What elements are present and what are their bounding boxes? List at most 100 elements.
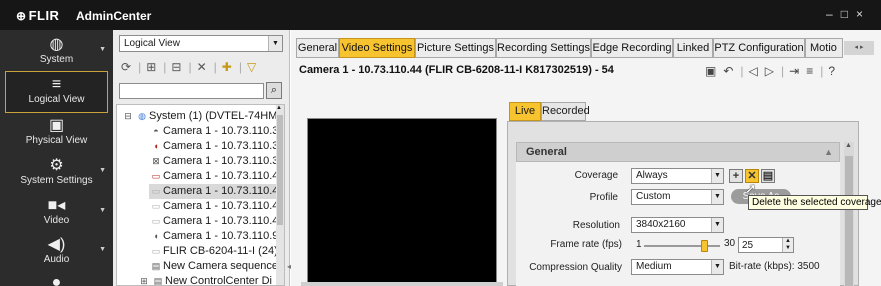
settings-scrollbar[interactable]: ▲ [844, 142, 854, 286]
tree-node-camera[interactable]: ◓ Camera 1 - 10.73.110.3 [149, 124, 278, 139]
window-controls: –□× [826, 7, 871, 21]
tree-search-input[interactable] [119, 83, 264, 99]
nav-system-settings[interactable]: ⚙ System Settings ▼ [5, 153, 108, 195]
compression-label: Compression Quality [529, 262, 622, 273]
slider-thumb[interactable] [701, 240, 708, 252]
coverage-select[interactable]: Always ▼ [631, 168, 724, 184]
tab-live[interactable]: Live [509, 102, 541, 121]
tree-node-camera[interactable]: ▭ Camera 1 - 10.73.110.4 [149, 214, 279, 229]
refresh-icon[interactable]: ⟳ [121, 60, 131, 74]
frame-rate-label: Frame rate (fps) [550, 239, 622, 250]
tree-expand-icon[interactable]: ⊞ [146, 60, 156, 74]
main-scroll-area [867, 74, 881, 286]
expand-icon[interactable]: ⊞ [137, 274, 151, 285]
tree-node-label: New Camera sequence [163, 260, 278, 272]
copy-to-icon[interactable]: ≡ [806, 64, 813, 78]
search-button[interactable]: ⌕ [266, 82, 282, 99]
section-header-general[interactable]: General ▲ [516, 142, 840, 162]
dropdown-arrow-icon[interactable]: ▼ [268, 36, 282, 51]
add-icon[interactable]: ✚ [222, 60, 232, 74]
view-select[interactable]: Logical View ▼ [119, 35, 283, 52]
tree-node-camera[interactable]: ▭ Camera 1 - 10.73.110.4 [149, 169, 279, 184]
resolution-label: Resolution [572, 220, 620, 231]
app-title: AdminCenter [76, 9, 152, 23]
tab-ptz-configuration[interactable]: PTZ Configuration [713, 38, 805, 58]
tree-scrollbar[interactable]: ▲ [276, 105, 284, 285]
tab-picture-settings[interactable]: Picture Settings [415, 38, 496, 58]
tree-node-camera[interactable]: ◖ Camera 1 - 10.73.110.9 [149, 229, 278, 244]
nav-logical-view[interactable]: ≡ Logical View [5, 71, 108, 113]
next-icon[interactable]: ▷ [765, 64, 774, 78]
resolution-select[interactable]: 3840x2160 ▼ [631, 217, 724, 233]
view-select-value: Logical View [124, 38, 180, 49]
tree-node-label: Camera 1 - 10.73.110.4 [163, 200, 279, 212]
tab-edge-recording[interactable]: Edge Recording [591, 38, 673, 58]
chevron-down-icon: ▼ [99, 167, 106, 174]
add-profile-icon: + [732, 170, 740, 182]
dropdown-arrow-icon[interactable]: ▼ [711, 190, 723, 204]
collapse-icon[interactable]: ⊟ [121, 109, 135, 124]
scroll-up-icon[interactable]: ▲ [845, 142, 852, 149]
tree-node-camera[interactable]: ▭ Camera 1 - 10.73.110.4 [149, 199, 279, 214]
previous-icon[interactable]: ◁ [749, 64, 758, 78]
profile-settings-button[interactable]: ▤ [761, 169, 775, 183]
bitrate-label: Bit-rate (kbps): [729, 261, 795, 272]
title-bar: ⊕ FLIR AdminCenter –□× [0, 0, 881, 30]
help-icon[interactable]: ? [828, 64, 835, 78]
scrollbar-thumb[interactable] [845, 156, 853, 286]
nav-video[interactable]: ■◂ Video ▼ [5, 193, 108, 235]
tree-node-sequence[interactable]: ▤ New Camera sequence [149, 259, 278, 274]
tree-node-controlcenter[interactable]: ⊞ ▤ New ControlCenter Di [137, 274, 272, 285]
tab-scroll-buttons[interactable]: ◂ ▸ [844, 41, 874, 55]
compression-select[interactable]: Medium ▼ [631, 259, 724, 275]
nav-audio[interactable]: ◀) Audio ▼ [5, 232, 108, 274]
logical-view-icon: ≡ [51, 76, 62, 93]
export-icon[interactable]: ⇥ [789, 64, 799, 78]
tab-motion[interactable]: Motio [805, 38, 843, 58]
bitrate-readout: Bit-rate (kbps): 3500 [729, 261, 820, 272]
tree-node-camera[interactable]: ⊠ Camera 1 - 10.73.110.3 [149, 154, 278, 169]
dropdown-arrow-icon[interactable]: ▼ [711, 169, 723, 183]
tree-node-label: FLIR CB-6204-11-I (24) [163, 245, 278, 257]
add-profile-button[interactable]: + [729, 169, 743, 183]
tree-node-camera[interactable]: ◖ Camera 1 - 10.73.110.3 [149, 139, 278, 154]
frame-rate-slider[interactable] [644, 240, 720, 252]
save-icon[interactable]: ▣ [705, 64, 716, 78]
tree-panel: Logical View ▼ ⟳ | ⊞ | ⊟ | ✕ | ✚ | ▽ ⌕ ⊟ ◍ System (1… [113, 30, 290, 286]
tab-recorded[interactable]: Recorded [541, 102, 590, 121]
frame-rate-spinbox[interactable]: 25 ▲ ▼ [738, 237, 794, 253]
scrollbar-thumb[interactable] [277, 115, 283, 225]
delete-icon[interactable]: ✕ [197, 60, 207, 74]
settings-tabs: General Video Settings Picture Settings … [296, 38, 876, 58]
tab-video-settings[interactable]: Video Settings [339, 38, 415, 58]
dropdown-arrow-icon[interactable]: ▼ [711, 218, 723, 232]
tree-collapse-icon[interactable]: ⊟ [171, 60, 181, 74]
tree-node-camera-selected[interactable]: ▭ Camera 1 - 10.73.110.4 [149, 184, 278, 199]
spin-arrows-icon[interactable]: ▲ ▼ [782, 238, 793, 252]
nav-users[interactable]: ● [5, 270, 108, 286]
scroll-up-icon[interactable]: ▲ [276, 105, 282, 111]
collapse-icon[interactable]: ▲ [824, 143, 833, 161]
minimize-button[interactable]: – [826, 7, 841, 21]
tree-node-camera[interactable]: ▭ FLIR CB-6204-11-I (24) [149, 244, 278, 259]
tab-general[interactable]: General [296, 38, 339, 58]
restore-button[interactable]: □ [841, 7, 856, 21]
nav-logical-view-label: Logical View [28, 94, 85, 105]
video-camera-icon: ■◂ [47, 197, 66, 214]
device-tree: ⊟ ◍ System (1) (DVTEL-74HMS ◓ Camera 1 - 10… [116, 104, 285, 286]
nav-system[interactable]: ◍ System ▼ [5, 32, 108, 74]
profile-label: Profile [589, 192, 618, 203]
close-button[interactable]: × [856, 7, 871, 21]
bullet-camera-offline-icon: ▭ [151, 216, 161, 226]
chevron-down-icon: ▼ [99, 46, 106, 53]
profile-select[interactable]: Custom ▼ [631, 189, 724, 205]
tab-recording-settings[interactable]: Recording Settings [496, 38, 591, 58]
nav-physical-view[interactable]: ▣ Physical View [5, 113, 108, 155]
undo-icon[interactable]: ↶ [723, 64, 733, 78]
tree-node-label: Camera 1 - 10.73.110.3 [163, 155, 279, 167]
tree-node-system[interactable]: ⊟ ◍ System (1) (DVTEL-74HMS [121, 109, 284, 124]
tab-linked[interactable]: Linked [673, 38, 713, 58]
toolbar-separator: | [740, 64, 744, 78]
filter-icon[interactable]: ▽ [247, 60, 256, 74]
dropdown-arrow-icon[interactable]: ▼ [711, 260, 723, 274]
